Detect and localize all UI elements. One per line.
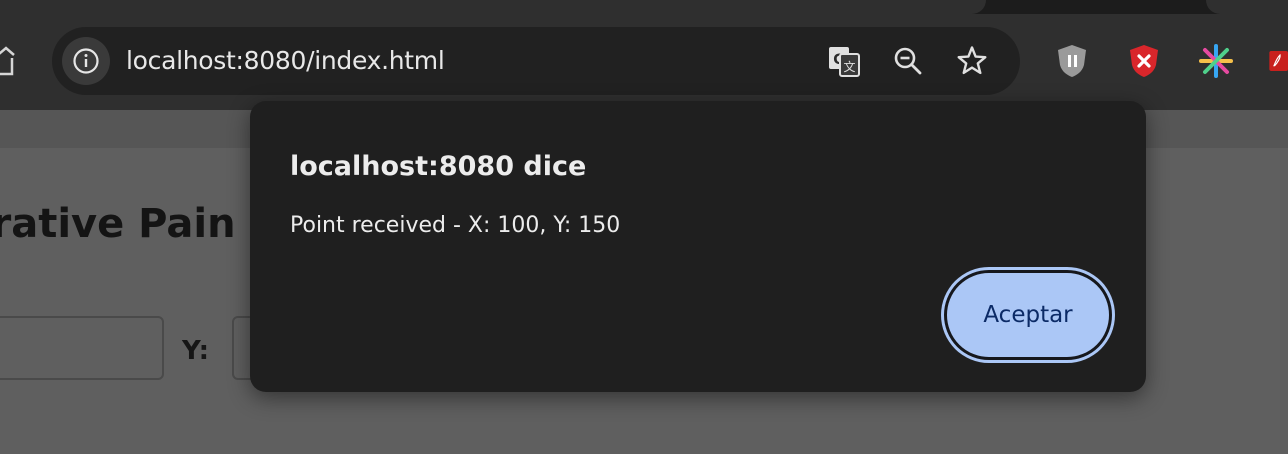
home-icon[interactable]	[0, 44, 18, 78]
page-title: orative Pain	[0, 201, 236, 247]
tab-active[interactable]	[0, 0, 986, 14]
sparkle-icon[interactable]	[1198, 43, 1234, 79]
site-info-button[interactable]	[62, 37, 110, 85]
svg-text:文: 文	[843, 59, 855, 74]
dialog-message: Point received - X: 100, Y: 150	[290, 213, 621, 238]
accept-button[interactable]: Aceptar	[944, 270, 1112, 360]
zoom-out-icon[interactable]	[890, 43, 926, 79]
y-label: Y:	[182, 336, 209, 366]
x-input[interactable]	[0, 316, 164, 380]
dialog-title: localhost:8080 dice	[290, 151, 587, 182]
info-icon	[73, 48, 99, 74]
url-text[interactable]: localhost:8080/index.html	[126, 44, 445, 78]
translate-icon[interactable]: G 文	[826, 43, 862, 79]
shield-block-icon[interactable]	[1126, 43, 1162, 79]
tab-inactive[interactable]	[1206, 0, 1288, 14]
pdf-icon[interactable]	[1268, 43, 1288, 79]
shield-pause-icon[interactable]	[1054, 43, 1090, 79]
star-icon[interactable]	[954, 43, 990, 79]
alert-dialog: localhost:8080 dice Point received - X: …	[250, 101, 1146, 392]
